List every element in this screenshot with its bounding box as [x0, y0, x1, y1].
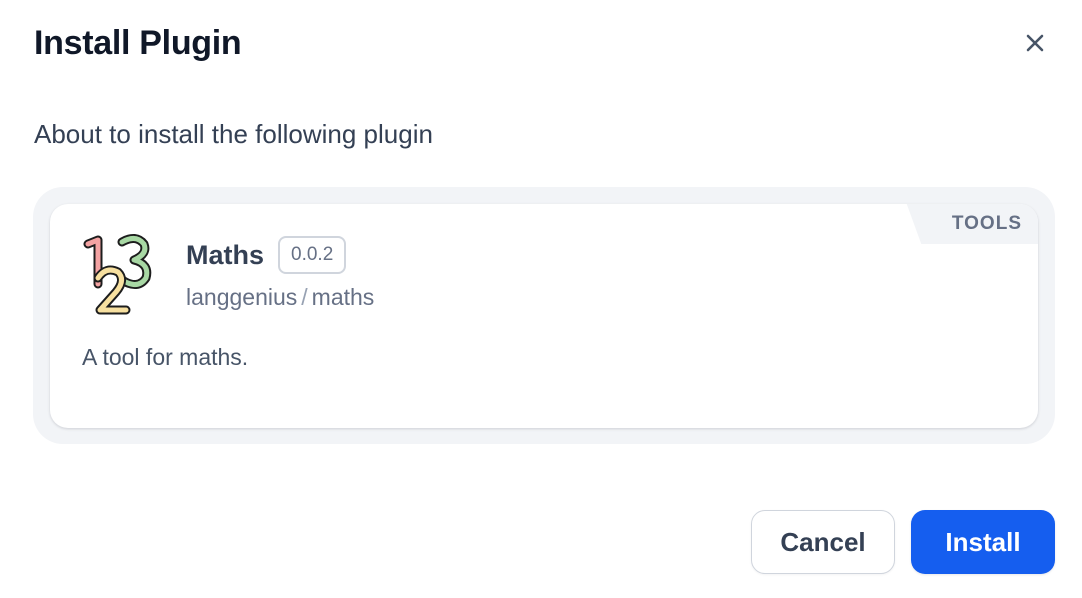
- plugin-org-path: langgenius / maths: [186, 284, 374, 311]
- plugin-description: A tool for maths.: [82, 344, 249, 370]
- numbers-123-icon: [83, 234, 152, 315]
- path-separator: /: [301, 284, 308, 310]
- cancel-button[interactable]: Cancel: [751, 510, 895, 574]
- install-button[interactable]: Install: [911, 510, 1055, 574]
- dialog-title: Install Plugin: [34, 24, 242, 62]
- category-badge: TOOLS: [925, 204, 1038, 244]
- dialog-subtitle: About to install the following plugin: [34, 119, 433, 149]
- plugin-name: Maths: [186, 240, 265, 270]
- close-icon: [1026, 34, 1044, 52]
- org-name: langgenius: [186, 284, 298, 310]
- install-plugin-dialog: Install Plugin About to install the foll…: [0, 0, 1082, 598]
- plugin-slug: maths: [311, 284, 375, 310]
- plugin-card: TOOLS Maths 0.0.2 langgenius / maths A t…: [50, 204, 1038, 428]
- version-badge: 0.0.2: [278, 236, 347, 274]
- plugin-panel: TOOLS Maths 0.0.2 langgenius / maths A t…: [33, 187, 1055, 444]
- close-button[interactable]: [1016, 24, 1054, 62]
